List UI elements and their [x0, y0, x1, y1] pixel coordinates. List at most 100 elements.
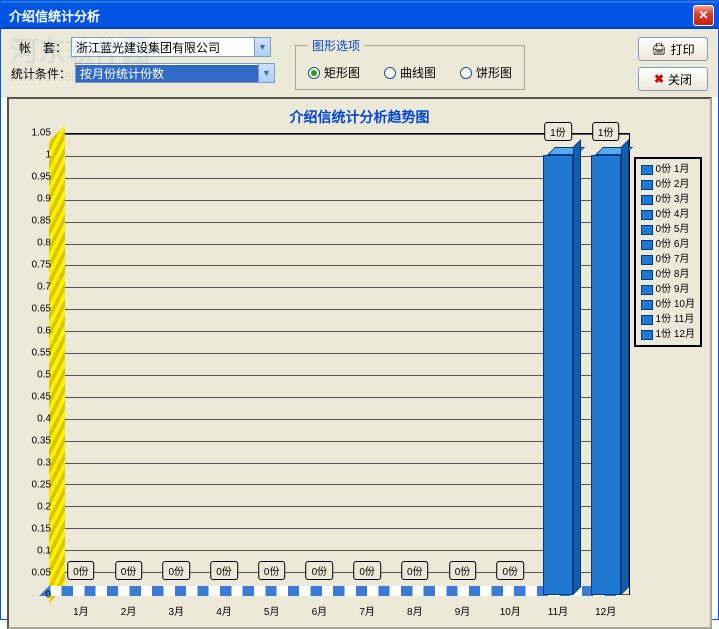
x-tick-label: 4月 [216, 603, 232, 618]
legend-item: 1份 12月 [641, 327, 695, 342]
y-tick-label: 1.05 [32, 128, 51, 139]
legend-text: 0份 8月 [656, 267, 690, 282]
legend-item: 0份 2月 [641, 177, 695, 192]
radio-pie-label: 饼形图 [476, 64, 512, 81]
x-tick-label: 12月 [595, 603, 616, 618]
legend-text: 0份 3月 [656, 192, 690, 207]
group-title: 图形选项 [308, 37, 364, 54]
legend-swatch-icon [641, 270, 653, 280]
y-tick-label: 0.95 [32, 172, 51, 183]
chart-legend: 0份 1月0份 2月0份 3月0份 4月0份 5月0份 6月0份 7月0份 8月… [634, 157, 702, 347]
y-tick-label: 0.8 [37, 238, 51, 249]
close-icon[interactable]: ✕ [693, 5, 714, 26]
legend-item: 0份 1月 [641, 162, 695, 177]
x-tick-label: 2月 [121, 603, 137, 618]
radio-curve-label: 曲线图 [400, 64, 436, 81]
legend-swatch-icon [641, 285, 653, 295]
x-tick-label: 10月 [500, 603, 521, 618]
bar-value-label: 0份 [353, 561, 381, 580]
chart-bar: 1份 [591, 155, 621, 595]
radio-dot-icon [460, 67, 472, 79]
account-combo[interactable]: 浙江蓝光建设集团有限公司 ▼ [71, 37, 271, 57]
radio-bar-label: 矩形图 [324, 64, 360, 81]
radio-curve[interactable]: 曲线图 [384, 64, 436, 81]
bar-value-label: 1份 [544, 122, 572, 141]
legend-item: 0份 6月 [641, 237, 695, 252]
radio-pie[interactable]: 饼形图 [460, 64, 512, 81]
printer-icon: 🖨 [651, 42, 666, 56]
x-tick-label: 3月 [168, 603, 184, 618]
title-bar: 介绍信统计分析 ✕ [1, 1, 718, 29]
y-tick-label: 1 [45, 150, 51, 161]
legend-item: 0份 10月 [641, 297, 695, 312]
condition-value: 按月份统计份数 [76, 65, 258, 82]
y-tick-label: 0.45 [32, 392, 51, 403]
close-label: 关闭 [668, 71, 692, 88]
print-button[interactable]: 🖨 打印 [638, 37, 708, 61]
legend-swatch-icon [641, 225, 653, 235]
y-tick-label: 0.35 [32, 435, 51, 446]
close-button[interactable]: ✖ 关闭 [638, 67, 708, 91]
legend-text: 0份 6月 [656, 237, 690, 252]
y-tick-label: 0.05 [32, 568, 51, 579]
legend-swatch-icon [641, 330, 653, 340]
y-tick-label: 0.65 [32, 304, 51, 315]
legend-item: 0份 7月 [641, 252, 695, 267]
bar-value-label: 0份 [67, 561, 95, 580]
x-tick-label: 1月 [73, 603, 89, 618]
y-tick-label: 0.75 [32, 260, 51, 271]
legend-item: 1份 11月 [641, 312, 695, 327]
y-tick-label: 0.1 [37, 546, 51, 557]
x-tick-label: 6月 [312, 603, 328, 618]
print-label: 打印 [671, 41, 695, 58]
legend-swatch-icon [641, 315, 653, 325]
legend-item: 0份 8月 [641, 267, 695, 282]
legend-item: 0份 5月 [641, 222, 695, 237]
legend-swatch-icon [641, 210, 653, 220]
legend-text: 0份 4月 [656, 207, 690, 222]
y-tick-label: 0.15 [32, 524, 51, 535]
chart-bar: 1份 [543, 155, 573, 595]
y-tick-label: 0.9 [37, 194, 51, 205]
legend-text: 0份 9月 [656, 282, 690, 297]
bar-value-label: 0份 [162, 561, 190, 580]
chevron-down-icon[interactable]: ▼ [258, 64, 274, 82]
condition-combo[interactable]: 按月份统计份数 ▼ [75, 63, 275, 83]
legend-swatch-icon [641, 180, 653, 190]
x-tick-label: 11月 [548, 603, 568, 618]
chevron-down-icon[interactable]: ▼ [254, 38, 270, 56]
x-tick-label: 8月 [407, 603, 423, 618]
bar-value-label: 0份 [115, 561, 143, 580]
legend-text: 0份 7月 [656, 252, 690, 267]
legend-text: 0份 5月 [656, 222, 690, 237]
legend-text: 0份 2月 [656, 177, 690, 192]
bar-value-label: 0份 [449, 561, 477, 580]
legend-swatch-icon [641, 165, 653, 175]
y-tick-label: 0.2 [37, 502, 51, 513]
y-tick-label: 0.5 [37, 370, 51, 381]
bar-value-label: 0份 [210, 561, 238, 580]
legend-swatch-icon [641, 255, 653, 265]
account-value: 浙江蓝光建设集团有限公司 [72, 39, 254, 56]
bar-value-label: 0份 [401, 561, 429, 580]
x-tick-label: 7月 [359, 603, 375, 618]
legend-item: 0份 3月 [641, 192, 695, 207]
legend-item: 0份 9月 [641, 282, 695, 297]
legend-text: 1份 12月 [656, 327, 695, 342]
y-tick-label: 0.85 [32, 216, 51, 227]
radio-bar[interactable]: 矩形图 [308, 64, 360, 81]
chart-panel: 介绍信统计分析趋势图 0份0份0份0份0份0份0份0份0份0份1份1份 1月2月… [7, 97, 712, 629]
legend-text: 0份 1月 [656, 162, 690, 177]
y-tick-label: 0.55 [32, 348, 51, 359]
y-tick-label: 0.7 [37, 281, 51, 292]
bar-value-label: 1份 [592, 122, 620, 141]
legend-swatch-icon [641, 240, 653, 250]
legend-swatch-icon [641, 195, 653, 205]
y-tick-label: 0.6 [37, 326, 51, 337]
bar-value-label: 0份 [258, 561, 286, 580]
legend-text: 1份 11月 [656, 312, 695, 327]
y-tick-label: 0 [45, 590, 51, 601]
x-tick-label: 9月 [455, 603, 471, 618]
y-tick-label: 0.25 [32, 480, 51, 491]
legend-swatch-icon [641, 300, 653, 310]
